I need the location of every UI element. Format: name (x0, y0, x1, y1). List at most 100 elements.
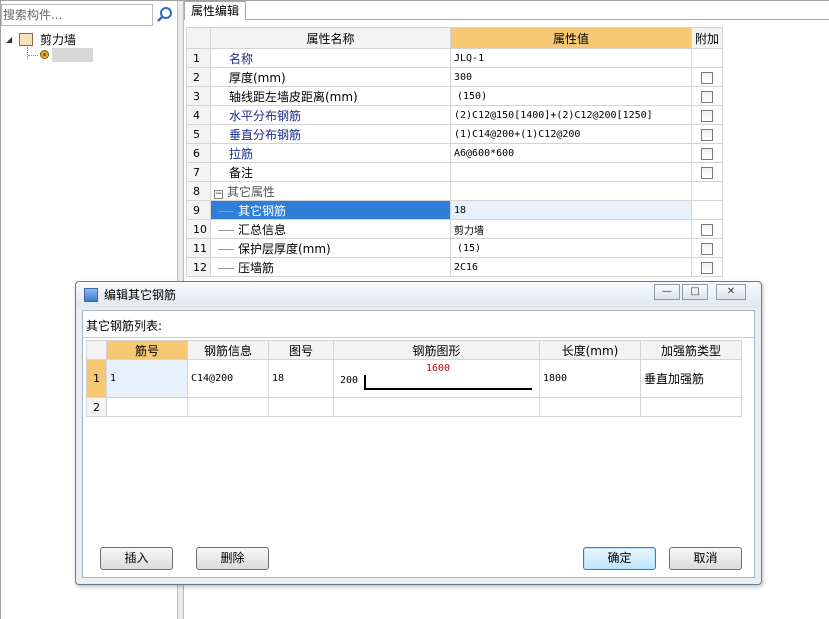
property-value-cell[interactable]: (1)C14@200+(1)C12@200 (450, 124, 692, 144)
property-row[interactable]: 3 轴线距左墙皮距离(mm) (150) (186, 86, 724, 106)
property-value-cell[interactable]: A6@600*600 (450, 143, 692, 163)
extra-cell (690, 48, 724, 68)
property-value-cell[interactable]: JLQ-1 (450, 48, 692, 68)
shape-top-dimension: 1600 (426, 362, 451, 374)
search-input[interactable]: 搜索构件... (1, 4, 153, 26)
row-number: 1 (186, 48, 211, 68)
extra-cell (690, 86, 724, 106)
property-name-cell[interactable]: 厚度(mm) (210, 67, 451, 87)
tree-collapse-icon[interactable]: ◢ (6, 35, 15, 44)
property-row[interactable]: 12 压墙筋 2C16 (186, 257, 724, 277)
extra-checkbox[interactable] (701, 71, 713, 84)
extra-checkbox[interactable] (701, 166, 713, 179)
property-name-cell[interactable]: 汇总信息 (210, 219, 451, 239)
property-value-cell[interactable]: (15) (450, 238, 692, 258)
table-row[interactable]: 1 1 C14@200 18 200 1600 1800 垂直加强筋 (86, 359, 742, 398)
property-name-cell[interactable]: 水平分布钢筋 (210, 105, 451, 125)
row-number: 3 (186, 86, 211, 106)
reinforcement-type-cell[interactable]: 垂直加强筋 (640, 359, 742, 398)
property-name-cell[interactable]: 名称 (210, 48, 451, 68)
tree-node-shear-wall[interactable]: 剪力墙 (40, 32, 76, 48)
property-name-cell[interactable]: 保护层厚度(mm) (210, 238, 451, 258)
extra-checkbox[interactable] (701, 261, 713, 274)
property-row[interactable]: 7 备注 (186, 162, 724, 182)
figure-no-cell[interactable] (268, 397, 334, 417)
property-row[interactable]: 8− 其它属性 (186, 181, 724, 201)
row-number: 7 (186, 162, 211, 182)
property-value-cell[interactable] (450, 181, 692, 201)
row-number: 12 (186, 257, 211, 277)
extra-checkbox[interactable] (701, 223, 713, 236)
extra-checkbox[interactable] (701, 109, 713, 122)
row-number-header (86, 340, 107, 360)
row-number: 2 (86, 397, 107, 417)
tree-node-jlq1[interactable]: JLQ-1 (52, 48, 93, 62)
property-value-cell[interactable]: (2)C12@150[1400]+(2)C12@200[1250] (450, 105, 692, 125)
row-number: 9 (186, 200, 211, 220)
property-name-label: 轴线距左墙皮距离(mm) (229, 89, 358, 104)
column-header-length: 长度(mm) (539, 340, 641, 360)
property-row[interactable]: 4 水平分布钢筋 (2)C12@150[1400]+(2)C12@200[1250] (186, 105, 724, 125)
extra-cell (690, 181, 724, 201)
property-name-cell[interactable]: 拉筋 (210, 143, 451, 163)
property-name-cell[interactable]: 垂直分布钢筋 (210, 124, 451, 144)
row-number: 4 (186, 105, 211, 125)
property-name-label: 汇总信息 (238, 222, 287, 237)
property-name-cell[interactable]: − 其它属性 (210, 181, 451, 201)
property-name-label: 其它钢筋 (238, 203, 287, 218)
reinforcement-type-cell[interactable] (640, 397, 742, 417)
row-number: 2 (186, 67, 211, 87)
rebar-table: 筋号 钢筋信息 图号 钢筋图形 长度(mm) 加强筋类型 1 1 C14@200… (86, 340, 742, 417)
figure-no-cell[interactable]: 18 (268, 359, 334, 398)
property-value-cell[interactable]: 剪力墙 (450, 219, 692, 239)
table-row[interactable]: 2 (86, 397, 742, 417)
property-table: 属性名称 属性值 附加 1 名称 JLQ-1 2 厚度(mm) 300 3 轴线距左墙皮距离(… (186, 27, 724, 277)
extra-checkbox[interactable] (701, 242, 713, 255)
property-row[interactable]: 11 保护层厚度(mm) (15) (186, 238, 724, 258)
property-row[interactable]: 6 拉筋 A6@600*600 (186, 143, 724, 163)
property-name-cell[interactable]: 其它钢筋 (210, 200, 451, 220)
extra-checkbox[interactable] (701, 90, 713, 103)
column-header-reinforcement-type: 加强筋类型 (640, 340, 742, 360)
property-value-cell[interactable]: 18 (450, 200, 692, 220)
property-name-label: 拉筋 (229, 146, 254, 161)
tab-property-edit[interactable]: 属性编辑 (184, 1, 246, 20)
property-row[interactable]: 9 其它钢筋 18 (186, 200, 724, 220)
bar-id-cell[interactable]: 1 (106, 359, 188, 398)
collapse-icon[interactable]: − (214, 189, 223, 199)
property-value-cell[interactable]: 2C16 (450, 257, 692, 277)
length-cell[interactable]: 1800 (539, 359, 641, 398)
minimize-button[interactable]: — (654, 284, 680, 300)
extra-checkbox[interactable] (701, 147, 713, 160)
delete-button[interactable]: 删除 (196, 547, 269, 570)
length-cell[interactable] (539, 397, 641, 417)
bar-shape-cell[interactable] (333, 397, 540, 417)
property-value-cell[interactable]: 300 (450, 67, 692, 87)
property-name-cell[interactable]: 压墙筋 (210, 257, 451, 277)
property-row[interactable]: 1 名称 JLQ-1 (186, 48, 724, 68)
property-value-cell[interactable] (450, 162, 692, 182)
extra-checkbox[interactable] (701, 128, 713, 141)
bar-info-cell[interactable] (187, 397, 269, 417)
property-name-cell[interactable]: 轴线距左墙皮距离(mm) (210, 86, 451, 106)
property-row[interactable]: 5 垂直分布钢筋 (1)C14@200+(1)C12@200 (186, 124, 724, 144)
extra-cell (690, 257, 724, 277)
ok-button[interactable]: 确定 (583, 547, 656, 570)
property-row[interactable]: 10 汇总信息 剪力墙 (186, 219, 724, 239)
extra-cell (690, 238, 724, 258)
restore-button[interactable]: □ (682, 284, 708, 300)
close-button[interactable]: ✕ (716, 284, 746, 300)
property-value-cell[interactable]: (150) (450, 86, 692, 106)
bar-id-cell[interactable] (106, 397, 188, 417)
insert-button[interactable]: 插入 (100, 547, 173, 570)
property-name-label: 厚度(mm) (229, 70, 286, 85)
divider (83, 337, 754, 338)
cancel-button[interactable]: 取消 (669, 547, 742, 570)
extra-cell (690, 105, 724, 125)
property-name-cell[interactable]: 备注 (210, 162, 451, 182)
property-row[interactable]: 2 厚度(mm) 300 (186, 67, 724, 87)
bar-shape-cell[interactable]: 200 1600 (333, 359, 540, 398)
row-number: 10 (186, 219, 211, 239)
bar-info-cell[interactable]: C14@200 (187, 359, 269, 398)
search-icon[interactable] (154, 4, 176, 26)
